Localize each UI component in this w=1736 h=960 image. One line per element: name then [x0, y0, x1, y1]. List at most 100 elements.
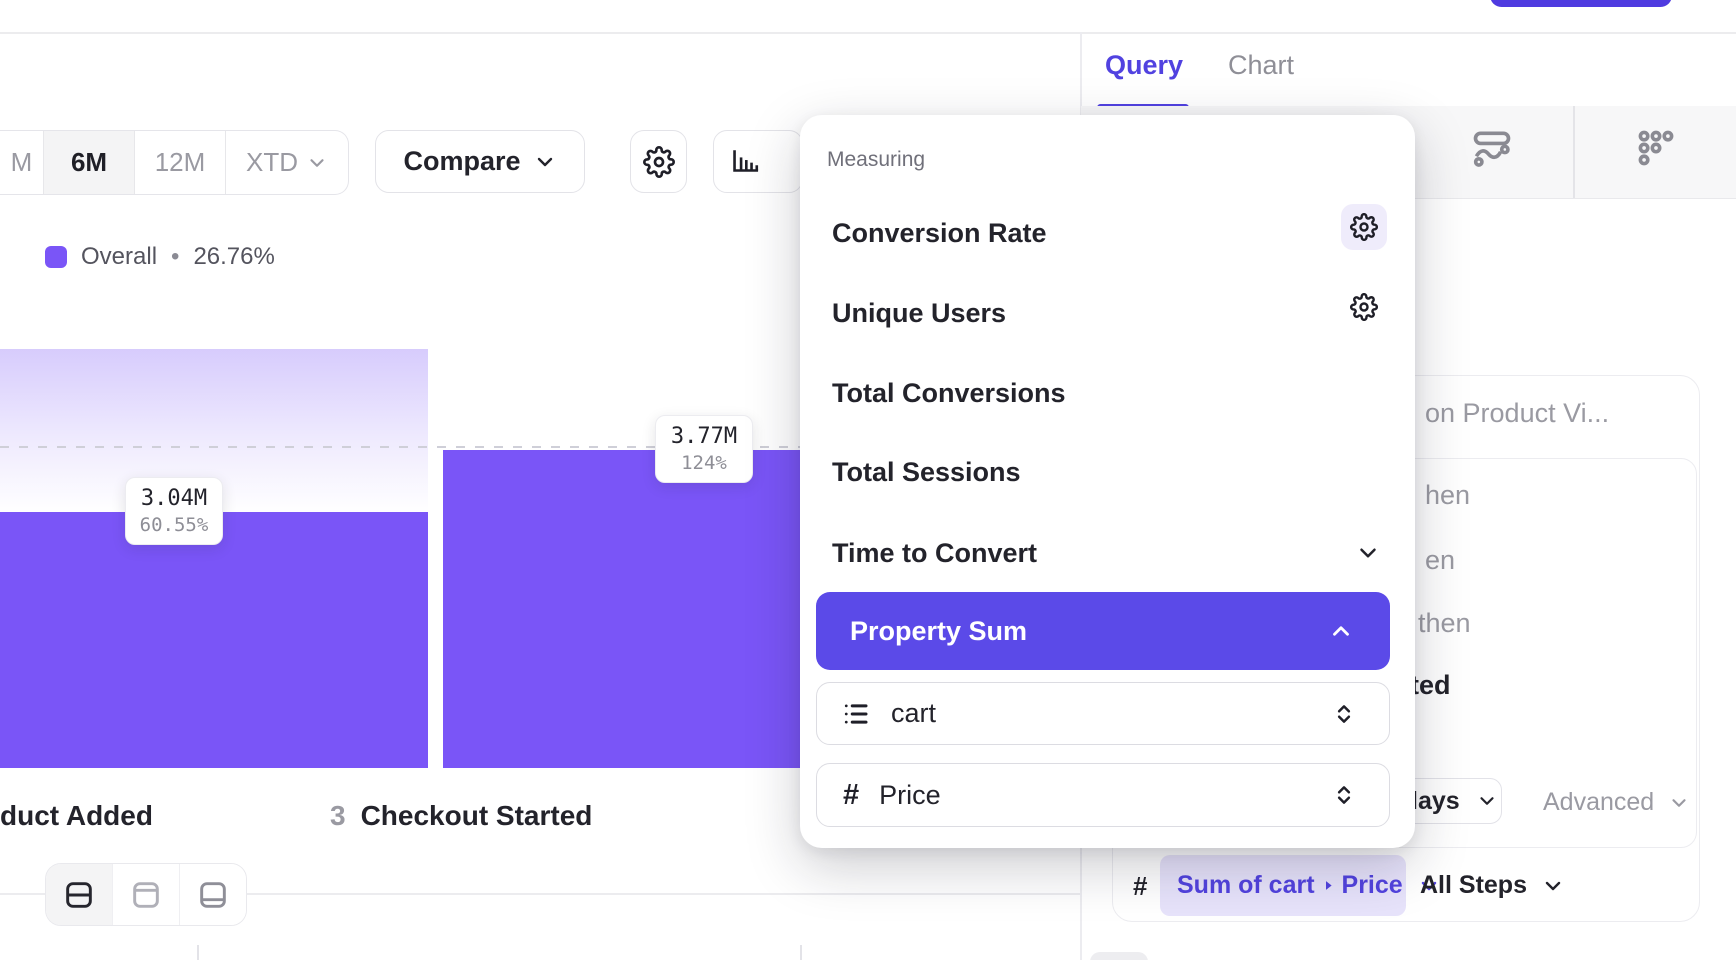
step-fragment: en [1425, 545, 1455, 576]
time-segment-m[interactable]: M [0, 131, 44, 194]
funnel-trends-icon[interactable] [1470, 126, 1514, 170]
unfold-icon [1331, 782, 1357, 808]
menu-item-label: Time to Convert [832, 538, 1037, 569]
numeric-type-hash: # [1133, 871, 1147, 902]
advanced-dropdown[interactable]: Advanced [1543, 788, 1690, 817]
gear-icon [1350, 213, 1378, 241]
tab-label: Chart [1228, 50, 1294, 80]
tab-chart[interactable]: Chart [1228, 50, 1294, 81]
step-label-text: Checkout Started [361, 800, 593, 831]
funnel-bar-checkout-started[interactable] [443, 450, 810, 768]
unique-users-gear-button[interactable] [1341, 284, 1387, 330]
conversion-rate-gear-button[interactable] [1341, 204, 1387, 250]
bottom-pane-icon [197, 879, 229, 911]
chevron-down-icon [1668, 792, 1690, 814]
funnel-tooltip-step3: 3.77M 124% [655, 415, 753, 483]
menu-item-label: Property Sum [850, 616, 1027, 647]
time-segment-label: M [11, 147, 33, 178]
fragment-text: then [1418, 608, 1471, 638]
time-range-segmented-control: M 6M 12M XTD [0, 130, 349, 195]
bar-chart-icon [728, 146, 762, 178]
layout-toggle-chart-only[interactable] [113, 864, 180, 925]
chevron-down-icon [1355, 540, 1381, 566]
menu-item-label: Unique Users [832, 298, 1006, 329]
compare-label: Compare [403, 146, 520, 177]
step-label-text: duct Added [0, 800, 153, 831]
gear-icon [1350, 293, 1378, 321]
tooltip-percent: 60.55% [140, 513, 209, 538]
time-segment-label: XTD [246, 147, 298, 178]
popover-title: Measuring [827, 148, 925, 172]
time-segment-6m[interactable]: 6M [44, 131, 135, 194]
numeric-property-select-price[interactable]: # Price [816, 763, 1390, 827]
measuring-popover: Measuring Conversion Rate Unique Users T… [800, 115, 1415, 848]
legend-value: 26.76% [193, 243, 274, 271]
days-fragment: lays [1411, 787, 1460, 816]
all-steps-dropdown[interactable]: All Steps [1420, 855, 1565, 916]
fragment-text: en [1425, 545, 1455, 575]
layout-toggle-split[interactable] [46, 864, 113, 925]
menu-item-unique-users[interactable]: Unique Users [800, 280, 1415, 346]
chevron-down-icon [533, 150, 557, 174]
menu-item-label: Conversion Rate [832, 218, 1047, 249]
menu-item-property-sum-selected[interactable]: Property Sum [816, 592, 1390, 670]
chevron-down-icon [306, 152, 328, 174]
top-header-bar [0, 0, 1736, 34]
legend-item-overall[interactable]: Overall • 26.76% [45, 243, 275, 271]
builder-header-text: on Product Vi... [1425, 398, 1609, 428]
step-fragment: hen [1425, 480, 1470, 511]
menu-item-time-to-convert[interactable]: Time to Convert [800, 520, 1415, 586]
numeric-select-value: Price [879, 780, 941, 811]
primary-action-button[interactable] [1490, 0, 1672, 7]
funnel-tooltip-step2: 3.04M 60.55% [125, 477, 223, 545]
gear-icon [643, 146, 675, 178]
arrow-right-icon [1321, 878, 1336, 893]
tab-label: Query [1105, 50, 1183, 80]
legend-swatch [45, 246, 67, 268]
funnel-bar-product-added[interactable] [0, 512, 428, 768]
time-segment-12m[interactable]: 12M [135, 131, 226, 194]
chevron-down-icon [1541, 874, 1565, 898]
fragment-text: ted [1410, 670, 1451, 700]
chevron-down-icon [1476, 790, 1498, 812]
builder-header-fragment: on Product Vi... [1425, 398, 1609, 429]
menu-item-total-conversions[interactable]: Total Conversions [800, 360, 1415, 426]
time-segment-xtd[interactable]: XTD [226, 131, 348, 194]
step-label-checkout-started: 3 Checkout Started [330, 800, 592, 832]
list-icon [841, 699, 871, 729]
time-segment-label: 6M [71, 147, 107, 178]
step-label-product-added: duct Added [0, 800, 153, 832]
menu-item-total-sessions[interactable]: Total Sessions [800, 439, 1415, 505]
unfold-icon [1331, 701, 1357, 727]
chart-settings-button[interactable] [630, 130, 687, 193]
hash-glyph: # [1133, 871, 1147, 901]
panel-toolbar-divider [1573, 106, 1575, 198]
breakdown-dots-icon[interactable] [1634, 126, 1678, 170]
compare-button[interactable]: Compare [375, 130, 585, 193]
fragment-text: hen [1425, 480, 1470, 510]
menu-item-conversion-rate[interactable]: Conversion Rate [800, 200, 1415, 266]
menu-item-label: Total Conversions [832, 378, 1066, 409]
split-view-icon [63, 879, 95, 911]
all-steps-label: All Steps [1420, 871, 1527, 900]
table-column-divider [800, 945, 802, 960]
table-column-divider [197, 945, 199, 960]
tab-query[interactable]: Query [1105, 50, 1183, 81]
chart-type-button[interactable] [713, 130, 803, 193]
layout-toggle-group [45, 863, 247, 926]
time-segment-label: 12M [155, 147, 206, 178]
app-screen: M 6M 12M XTD Compare Overall [0, 0, 1736, 960]
hash-icon: # [843, 779, 859, 812]
layout-toggle-table-only[interactable] [180, 864, 246, 925]
property-select-cart[interactable]: cart [816, 682, 1390, 745]
legend-series: Overall [81, 243, 157, 271]
hidden-control-stub [1090, 952, 1148, 960]
legend-separator: • [171, 243, 179, 271]
step-number: 3 [330, 800, 346, 831]
sum-pill-right-text: Price [1342, 871, 1403, 900]
advanced-label: Advanced [1543, 788, 1654, 817]
chevron-up-icon [1328, 618, 1354, 644]
step-fragment: then [1418, 608, 1471, 639]
menu-item-label: Total Sessions [832, 457, 1021, 488]
sum-of-cart-price-dropdown[interactable]: Sum of cart Price [1160, 855, 1406, 916]
